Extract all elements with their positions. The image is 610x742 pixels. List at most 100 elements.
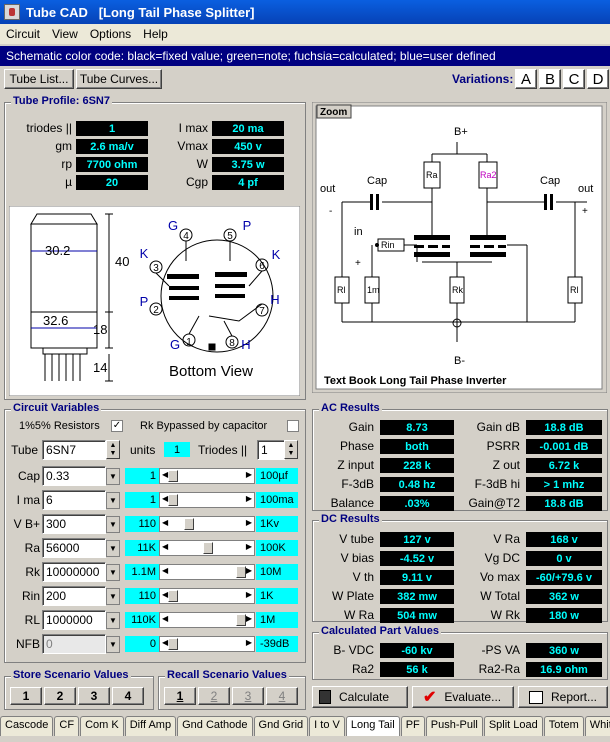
tab-pf[interactable]: PF <box>400 716 425 736</box>
var-input[interactable]: 200 <box>42 586 106 606</box>
menu-help[interactable]: Help <box>137 27 174 41</box>
var-slider[interactable]: ◀ ▶ <box>159 468 255 484</box>
store-3-button[interactable]: 3 <box>78 687 110 705</box>
dropdown-arrow-icon[interactable]: ▼ <box>106 492 120 509</box>
triodes-spinner[interactable]: ▲ ▼ <box>284 440 298 459</box>
var-input[interactable]: 56000 <box>42 538 106 558</box>
var-input[interactable]: 6 <box>42 490 106 510</box>
schematic-cap2: Cap <box>540 175 560 187</box>
tab-push-pull[interactable]: Push-Pull <box>425 716 483 736</box>
report-button[interactable]: Report... <box>518 686 608 708</box>
slider-right-icon[interactable]: ▶ <box>246 542 252 551</box>
variation-b-button[interactable]: B <box>539 69 561 89</box>
slider-left-icon[interactable]: ◀ <box>162 518 168 527</box>
evaluate-label: Evaluate... <box>444 690 502 704</box>
tab-diff-amp[interactable]: Diff Amp <box>124 716 177 736</box>
tube-spinner[interactable]: ▲ ▼ <box>106 440 120 459</box>
store-2-button[interactable]: 2 <box>44 687 76 705</box>
var-slider[interactable]: ◀ ▶ <box>159 564 255 580</box>
profile-label: Cgp <box>185 175 208 189</box>
variation-c-button[interactable]: C <box>563 69 585 89</box>
menu-options[interactable]: Options <box>84 27 137 41</box>
var-slider[interactable]: ◀ ▶ <box>159 612 255 628</box>
slider-left-icon[interactable]: ◀ <box>162 566 168 575</box>
slider-right-icon[interactable]: ▶ <box>246 590 252 599</box>
slider-left-icon[interactable]: ◀ <box>162 494 168 503</box>
slider-thumb[interactable] <box>167 494 178 506</box>
slider-min-label: 1.1M <box>125 564 159 580</box>
slider-thumb[interactable] <box>183 518 194 530</box>
rk-bypass-checkbox[interactable] <box>287 420 299 432</box>
store-4-button[interactable]: 4 <box>112 687 144 705</box>
variation-a-button[interactable]: A <box>515 69 537 89</box>
slider-left-icon[interactable]: ◀ <box>162 470 168 479</box>
slider-thumb[interactable] <box>167 470 178 482</box>
store-1-button[interactable]: 1 <box>10 687 42 705</box>
slider-left-icon[interactable]: ◀ <box>162 638 168 647</box>
dim-pin-length: 14 <box>93 360 107 375</box>
var-slider[interactable]: ◀ ▶ <box>159 492 255 508</box>
var-slider[interactable]: ◀ ▶ <box>159 588 255 604</box>
result-value: 6.72 k <box>526 458 602 473</box>
tube-list-button[interactable]: Tube List... <box>4 69 74 89</box>
slider-right-icon[interactable]: ▶ <box>246 566 252 575</box>
tab-split-load[interactable]: Split Load <box>483 716 543 736</box>
recall-2-button[interactable]: 2 <box>198 687 230 705</box>
tab-totem[interactable]: Totem <box>543 716 584 736</box>
var-slider[interactable]: ◀ ▶ <box>159 516 255 532</box>
slider-thumb[interactable] <box>167 638 178 650</box>
slider-right-icon[interactable]: ▶ <box>246 518 252 527</box>
variation-d-button[interactable]: D <box>587 69 609 89</box>
dropdown-arrow-icon[interactable]: ▼ <box>106 636 120 653</box>
dropdown-arrow-icon[interactable]: ▼ <box>106 588 120 605</box>
dropdown-arrow-icon[interactable]: ▼ <box>106 564 120 581</box>
triodes-select[interactable]: 1 <box>257 440 285 460</box>
var-input[interactable]: 300 <box>42 514 106 534</box>
tube-select[interactable]: 6SN7 <box>42 440 106 460</box>
tab-cf[interactable]: CF <box>54 716 80 736</box>
dropdown-arrow-icon[interactable]: ▼ <box>106 612 120 629</box>
tube-curves-button[interactable]: Tube Curves... <box>76 69 162 89</box>
tab-cascode[interactable]: Cascode <box>0 716 54 736</box>
resistors-checkbox[interactable]: ✓ <box>111 420 123 432</box>
tab-long-tail[interactable]: Long Tail <box>345 716 400 736</box>
slider-left-icon[interactable]: ◀ <box>162 542 168 551</box>
slider-left-icon[interactable]: ◀ <box>162 590 168 599</box>
slider-right-icon[interactable]: ▶ <box>246 638 252 647</box>
menu-view[interactable]: View <box>46 27 84 41</box>
report-label: Report... <box>551 690 598 704</box>
tab-i-to-v[interactable]: I to V <box>309 716 345 736</box>
tab-white-cf[interactable]: White Cf <box>584 716 610 736</box>
tab-com-k[interactable]: Com K <box>80 716 124 736</box>
menu-circuit[interactable]: Circuit <box>0 27 46 41</box>
recall-3-button[interactable]: 3 <box>232 687 264 705</box>
result-value: 504 mw <box>380 608 454 623</box>
dropdown-arrow-icon[interactable]: ▼ <box>106 468 120 485</box>
slider-right-icon[interactable]: ▶ <box>246 470 252 479</box>
dropdown-arrow-icon[interactable]: ▼ <box>106 540 120 557</box>
slider-thumb[interactable] <box>235 566 246 578</box>
var-input[interactable]: 10000000 <box>42 562 106 582</box>
var-slider[interactable]: ◀ ▶ <box>159 636 255 652</box>
tab-gnd-grid[interactable]: Gnd Grid <box>253 716 309 736</box>
recall-1-button[interactable]: 1 <box>164 687 196 705</box>
slider-thumb[interactable] <box>235 614 246 626</box>
slider-right-icon[interactable]: ▶ <box>246 494 252 503</box>
zoom-button[interactable]: Zoom <box>320 107 347 118</box>
evaluate-button[interactable]: ✔ Evaluate... <box>412 686 514 708</box>
tab-gnd-cathode[interactable]: Gnd Cathode <box>177 716 253 736</box>
var-slider[interactable]: ◀ ▶ <box>159 540 255 556</box>
var-input[interactable]: 1000000 <box>42 610 106 630</box>
var-input[interactable]: 0 <box>42 634 106 654</box>
slider-thumb[interactable] <box>167 590 178 602</box>
result-label: V tube <box>339 532 374 546</box>
pin-number: 7 <box>259 306 265 317</box>
calculate-button[interactable]: Calculate <box>312 686 408 708</box>
recall-4-button[interactable]: 4 <box>266 687 298 705</box>
dropdown-arrow-icon[interactable]: ▼ <box>106 516 120 533</box>
slider-right-icon[interactable]: ▶ <box>246 614 252 623</box>
schematic-ra2: Ra2 <box>480 170 497 180</box>
var-input[interactable]: 0.33 <box>42 466 106 486</box>
slider-thumb[interactable] <box>203 542 213 554</box>
slider-left-icon[interactable]: ◀ <box>162 614 168 623</box>
